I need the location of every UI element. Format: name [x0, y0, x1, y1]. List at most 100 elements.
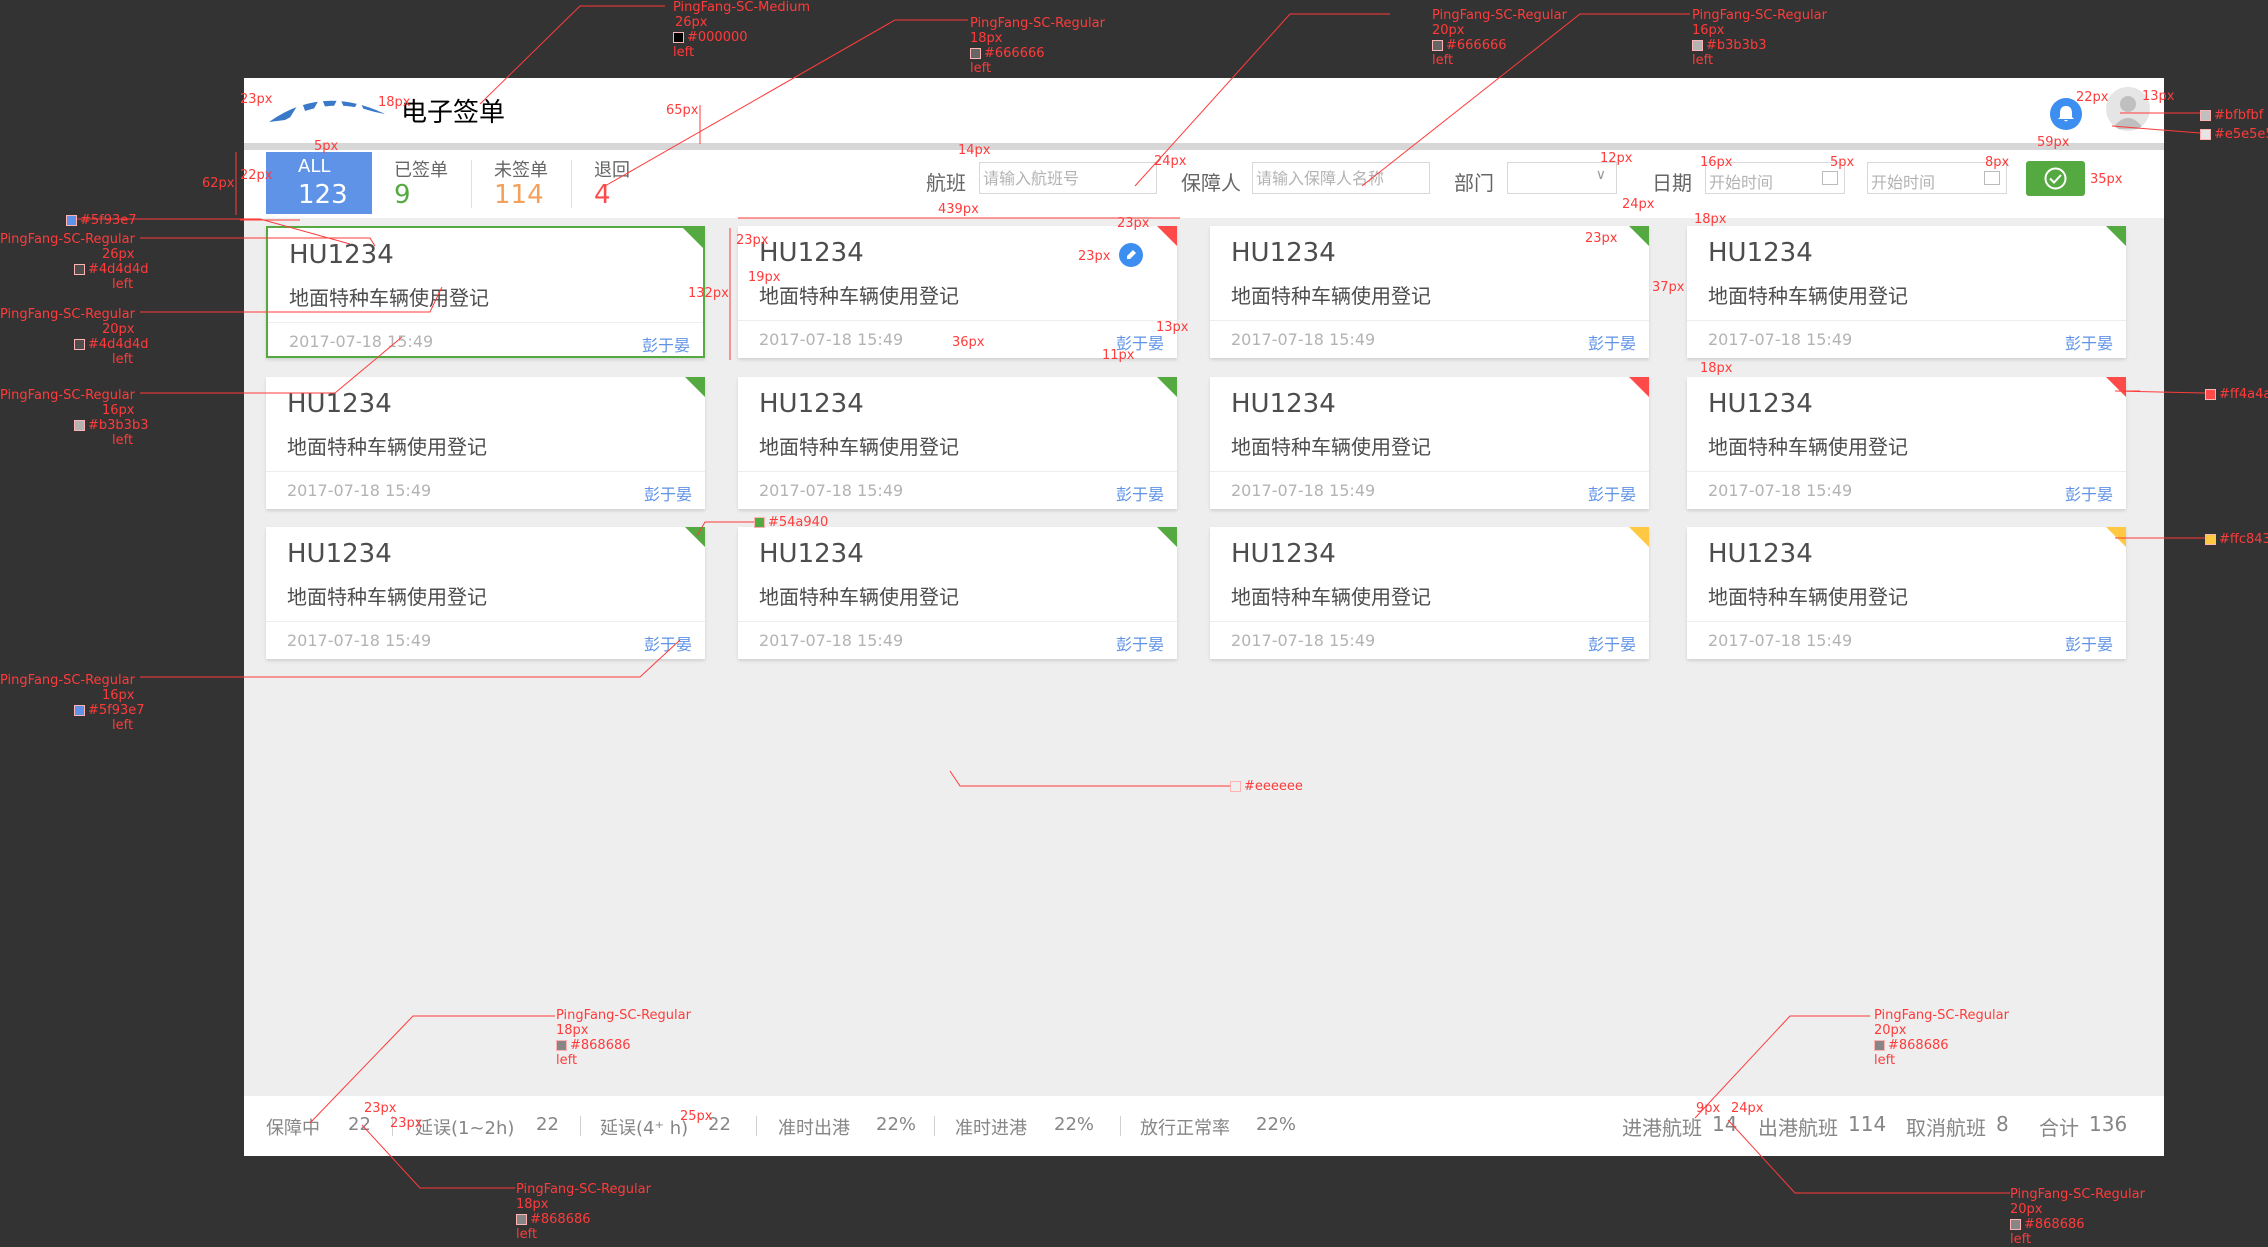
- top-header: 电子签单: [244, 78, 2164, 150]
- card-flight: HU1234: [1708, 238, 1813, 268]
- stat-label: 放行正常率: [1140, 1118, 1230, 1139]
- status-corner-badge: [685, 377, 705, 397]
- chevron-down-icon: ∨: [1595, 167, 1606, 183]
- dim-label: 24px: [1622, 197, 1655, 212]
- sign-card[interactable]: HU1234 地面特种车辆使用登记 2017-07-18 15:49 彭于晏: [266, 527, 705, 659]
- card-description: 地面特种车辆使用登记: [1708, 284, 1908, 308]
- status-corner-badge: [1629, 226, 1649, 246]
- tab-label: 已签单: [394, 160, 448, 181]
- divider: [266, 621, 705, 622]
- logo-icon: [267, 92, 387, 128]
- dim-label: 59px: [2037, 135, 2070, 150]
- sign-card[interactable]: HU1234 地面特种车辆使用登记 2017-07-18 15:49 彭于晏: [738, 527, 1177, 659]
- divider: [738, 471, 1177, 472]
- stat-label: 延误(1~2h): [415, 1118, 515, 1139]
- divider: [934, 1116, 935, 1136]
- dim-label: 24px: [1731, 1101, 1764, 1116]
- stat-label: 准时进港: [955, 1118, 1027, 1139]
- dim-label: 19px: [748, 270, 781, 285]
- status-corner-badge: [683, 228, 703, 248]
- card-person-link[interactable]: 彭于晏: [642, 332, 690, 356]
- card-description: 地面特种车辆使用登记: [759, 284, 959, 308]
- stat-label: 出港航班: [1758, 1116, 1838, 1140]
- card-flight: HU1234: [759, 539, 864, 569]
- dim-label: 23px: [1585, 231, 1618, 246]
- tab-label: ALL: [298, 156, 331, 177]
- card-person-link[interactable]: 彭于晏: [644, 631, 692, 655]
- sign-card[interactable]: HU1234 地面特种车辆使用登记 2017-07-18 15:49 彭于晏: [1687, 527, 2126, 659]
- tab-count: 114: [494, 180, 544, 210]
- card-person-link[interactable]: 彭于晏: [1588, 330, 1636, 354]
- stat-value: 22%: [876, 1114, 917, 1135]
- dim-label: 24px: [1154, 154, 1187, 169]
- flight-label: 航班: [926, 171, 966, 195]
- calendar-icon: [1984, 171, 2000, 185]
- dim-label: 36px: [952, 335, 985, 350]
- dim-label: 11px: [1102, 348, 1135, 363]
- date-label: 日期: [1652, 171, 1692, 195]
- card-person-link[interactable]: 彭于晏: [2065, 330, 2113, 354]
- stat-value: 136: [2089, 1112, 2128, 1136]
- card-description: 地面特种车辆使用登记: [289, 286, 489, 310]
- dim-label: 9px: [1696, 1101, 1721, 1116]
- annotation: #ff4a4a: [2205, 387, 2268, 402]
- sign-card[interactable]: HU1234 地面特种车辆使用登记 2017-07-18 15:49 彭于晏: [1210, 226, 1649, 358]
- card-flight: HU1234: [759, 389, 864, 419]
- stat-label: 保障中: [266, 1118, 320, 1139]
- sign-card[interactable]: HU1234 地面特种车辆使用登记 2017-07-18 15:49 彭于晏: [1210, 377, 1649, 509]
- card-flight: HU1234: [1231, 238, 1336, 268]
- confirm-button[interactable]: [2026, 161, 2085, 196]
- sign-card[interactable]: HU1234 地面特种车辆使用登记 2017-07-18 15:49 彭于晏: [1687, 226, 2126, 358]
- card-person-link[interactable]: 彭于晏: [2065, 481, 2113, 505]
- sign-card[interactable]: HU1234 地面特种车辆使用登记 2017-07-18 15:49 彭于晏: [266, 377, 705, 509]
- card-time: 2017-07-18 15:49: [759, 481, 904, 500]
- annotation: PingFang-SC-Regular 16px #b3b3b3 left: [0, 388, 149, 448]
- sign-card[interactable]: HU1234 地面特种车辆使用登记 2017-07-18 15:49 彭于晏: [1687, 377, 2126, 509]
- dim-label: 13px: [1156, 320, 1189, 335]
- card-time: 2017-07-18 15:49: [1708, 330, 1853, 349]
- tab-unsigned[interactable]: 未签单 114: [472, 152, 572, 214]
- flight-input[interactable]: [979, 162, 1157, 194]
- card-person-link[interactable]: 彭于晏: [1116, 481, 1164, 505]
- divider: [1210, 320, 1649, 321]
- dim-label: 23px: [240, 92, 273, 107]
- check-circle-icon: [2044, 167, 2067, 190]
- card-flight: HU1234: [289, 240, 394, 270]
- card-description: 地面特种车辆使用登记: [1231, 585, 1431, 609]
- annotation: PingFang-SC-Regular 16px #b3b3b3 left: [1692, 8, 1827, 68]
- annotation: #eeeeee: [1230, 779, 1303, 794]
- divider: [1687, 621, 2126, 622]
- sign-card[interactable]: HU1234 地面特种车辆使用登记 2017-07-18 15:49 彭于晏: [266, 226, 705, 358]
- app-title: 电子签单: [401, 98, 506, 128]
- card-time: 2017-07-18 15:49: [1708, 481, 1853, 500]
- guarantor-input[interactable]: [1252, 162, 1430, 194]
- card-time: 2017-07-18 15:49: [759, 330, 904, 349]
- card-time: 2017-07-18 15:49: [1231, 481, 1376, 500]
- tab-all[interactable]: ALL 123: [266, 152, 372, 214]
- card-person-link[interactable]: 彭于晏: [644, 481, 692, 505]
- sign-card[interactable]: HU1234 地面特种车辆使用登记 2017-07-18 15:49 彭于晏: [1210, 527, 1649, 659]
- edit-icon[interactable]: [1119, 243, 1143, 267]
- stat-label: 准时出港: [778, 1118, 850, 1139]
- card-person-link[interactable]: 彭于晏: [1116, 631, 1164, 655]
- tab-count: 123: [298, 180, 348, 210]
- annotation: #e5e5e5: [2200, 127, 2268, 142]
- divider: [266, 471, 705, 472]
- tab-signed[interactable]: 已签单 9: [372, 152, 472, 214]
- dept-select[interactable]: ∨: [1507, 162, 1617, 194]
- dim-label: 132px: [688, 286, 729, 301]
- tab-returned[interactable]: 退回 4: [572, 152, 672, 214]
- dim-label: 13px: [2142, 89, 2175, 104]
- card-person-link[interactable]: 彭于晏: [2065, 631, 2113, 655]
- start-date-placeholder: 开始时间: [1709, 173, 1774, 192]
- card-description: 地面特种车辆使用登记: [759, 435, 959, 459]
- card-person-link[interactable]: 彭于晏: [1588, 631, 1636, 655]
- dim-label: 37px: [1652, 280, 1685, 295]
- tab-label: 未签单: [494, 160, 548, 181]
- card-flight: HU1234: [1231, 539, 1336, 569]
- card-person-link[interactable]: 彭于晏: [1588, 481, 1636, 505]
- dim-label: 14px: [958, 143, 991, 158]
- sign-card[interactable]: HU1234 地面特种车辆使用登记 2017-07-18 15:49 彭于晏: [738, 377, 1177, 509]
- divider: [268, 322, 703, 323]
- annotation: PingFang-SC-Medium 26px #000000 left: [673, 0, 811, 60]
